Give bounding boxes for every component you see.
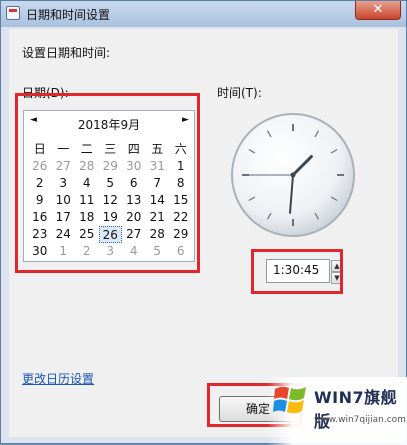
analog-clock	[231, 113, 355, 237]
date-time-settings-dialog: 日期和时间设置 ✕ 设置日期和时间: 日期(D): 时间(T): ◄ 2018年…	[0, 0, 407, 445]
clock-tick	[314, 212, 320, 220]
time-highlight-box	[251, 249, 343, 294]
clock-face	[242, 124, 344, 226]
clock-tick	[248, 196, 256, 202]
clock-tick	[330, 148, 338, 154]
clock-tick	[330, 196, 338, 202]
clock-tick	[266, 212, 272, 220]
settings-heading: 设置日期和时间:	[22, 46, 111, 60]
watermark: WIN7旗舰版 www.win7qijian.com	[267, 377, 407, 445]
clock-center	[290, 172, 296, 178]
watermark-url: www.win7qijian.com	[314, 415, 406, 425]
title-bar[interactable]: 日期和时间设置 ✕	[1, 1, 406, 27]
clock-tick	[314, 130, 320, 138]
change-calendar-settings-link[interactable]: 更改日历设置	[22, 370, 94, 387]
windows-logo-icon	[273, 386, 306, 414]
hour-hand	[291, 155, 313, 177]
clock-tick	[248, 148, 256, 154]
calendar-clock-icon	[6, 6, 20, 20]
clock-tick	[266, 130, 272, 138]
time-label: 时间(T):	[217, 86, 262, 100]
close-button[interactable]: ✕	[355, 1, 401, 20]
calendar-highlight-box	[15, 93, 200, 273]
dialog-body: 设置日期和时间: 日期(D): 时间(T): ◄ 2018年9月 ► 日一二三四…	[9, 29, 398, 437]
minute-hand	[289, 174, 294, 214]
window-title: 日期和时间设置	[26, 8, 111, 22]
